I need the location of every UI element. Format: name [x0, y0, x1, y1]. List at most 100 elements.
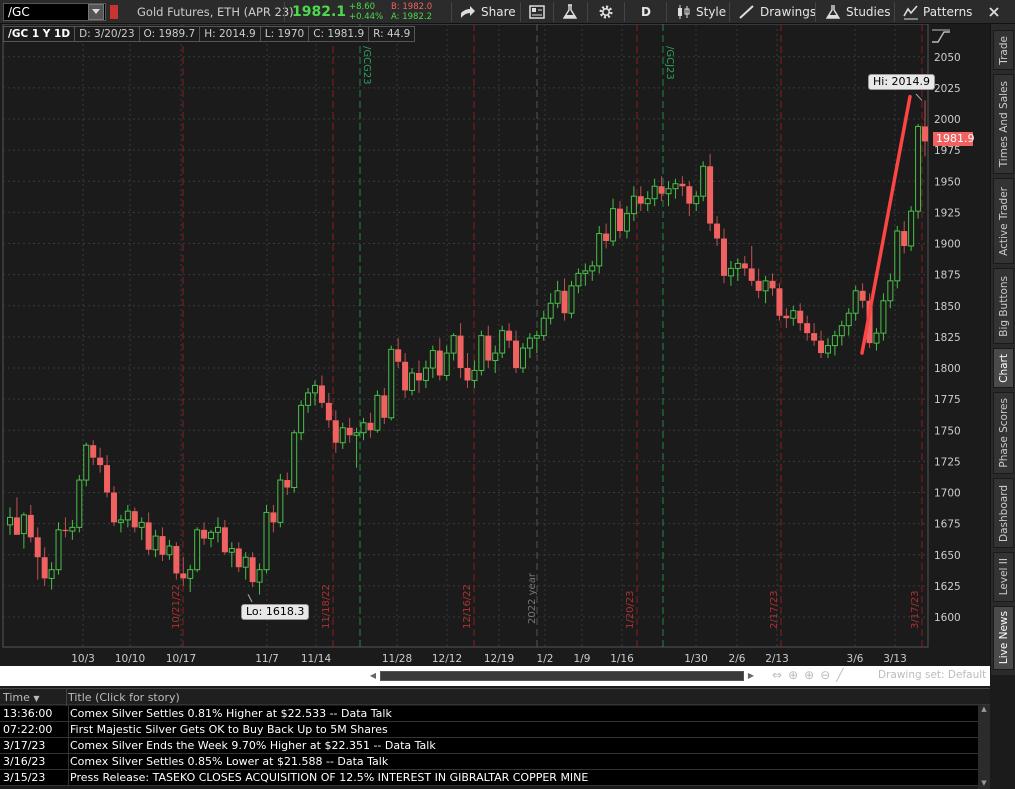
candle-down — [318, 375, 325, 408]
candle-down — [436, 338, 443, 381]
zoom-in-icon[interactable]: ⊕ — [804, 668, 820, 682]
candle-body — [97, 457, 104, 466]
info-close: C: 1981.9 — [308, 26, 370, 42]
candle-down — [62, 517, 69, 538]
tab-times-and-sales[interactable]: Times And Sales — [993, 74, 1014, 174]
news-row[interactable]: 3/17/23 Comex Silver Ends the Week 9.70% … — [0, 738, 978, 754]
candle-body — [409, 372, 416, 391]
axis-scale-icon[interactable] — [930, 28, 952, 46]
candle-body — [208, 531, 215, 540]
chart-info-bar: /GC 1 Y 1D D: 3/20/23 O: 1989.7 H: 2014.… — [3, 26, 416, 42]
tab-level-ii[interactable]: Level II — [993, 552, 1014, 602]
candle-down — [464, 353, 471, 388]
news-row[interactable]: 13:36:00 Comex Silver Settles 0.81% Highe… — [0, 706, 978, 722]
candle-up — [69, 519, 76, 540]
candle-body — [138, 521, 145, 528]
drawings-button[interactable]: Drawings — [738, 0, 816, 24]
candle-body — [617, 208, 623, 232]
scroll-right-icon[interactable]: ▶ — [746, 671, 756, 681]
x-tick-label: 11/7 — [255, 653, 279, 665]
candle-body — [554, 290, 561, 304]
tab-trade[interactable]: Trade — [993, 30, 1014, 70]
info-high: H: 2014.9 — [199, 26, 261, 42]
candle-down — [859, 283, 866, 309]
candle-body — [513, 340, 520, 368]
candle-body — [485, 335, 492, 361]
candle-up — [298, 400, 305, 441]
candle-down — [783, 308, 790, 329]
news-row[interactable]: 3/16/23 Comex Silver Settles 0.85% Lower … — [0, 754, 978, 770]
tab-dashboard[interactable]: Dashboard — [993, 478, 1014, 548]
crosshair-icon[interactable]: ⊕ — [788, 668, 804, 682]
y-tick-label: 1975 — [934, 145, 961, 157]
tab-big-buttons[interactable]: Big Buttons — [993, 268, 1014, 344]
settings-button[interactable] — [598, 0, 614, 24]
news-col-title[interactable]: Title (Click for story) — [68, 689, 180, 706]
news-col-time[interactable]: Time ▼ — [3, 689, 40, 706]
candle-down — [506, 323, 513, 349]
candle-body — [748, 268, 755, 281]
tab-live-news[interactable]: Live News — [993, 606, 1014, 670]
candle-body — [41, 557, 48, 579]
candle-body — [852, 290, 859, 314]
share-label: Share — [481, 5, 516, 19]
chart-scrollbar[interactable]: ◀ ▶ ⇔⊕⊕⊖╱ Drawing set: Default — [0, 666, 990, 686]
candle-body — [561, 290, 568, 314]
contract-label: /GCG23 — [361, 46, 372, 85]
patterns-button[interactable]: Patterns — [903, 0, 972, 24]
sort-down-icon: ▼ — [33, 694, 40, 703]
news-title: Press Release: TASEKO CLOSES ACQUISITION… — [68, 770, 589, 785]
last-price: 1982.1 — [292, 4, 347, 20]
candle-up — [894, 226, 901, 289]
candle-up — [824, 338, 831, 359]
candle-down — [249, 552, 256, 588]
tab-chart[interactable]: Chart — [993, 348, 1014, 388]
candle-up — [152, 529, 159, 558]
zoom-out-icon[interactable]: ⊖ — [820, 668, 836, 682]
candle-body — [284, 480, 291, 488]
candle-body — [720, 238, 727, 276]
candle-up — [831, 330, 838, 356]
candle-down — [637, 186, 644, 212]
candle-up — [291, 430, 298, 493]
x-tick-label: 1/30 — [684, 653, 708, 665]
candle-body — [242, 556, 249, 568]
x-tick-label: 1/2 — [537, 653, 554, 665]
news-row[interactable]: 3/15/23 Press Release: TASEKO CLOSES ACQU… — [0, 770, 978, 786]
scroll-thumb[interactable] — [380, 671, 744, 681]
candle-body — [83, 444, 90, 481]
news-row[interactable]: 07:22:00 First Majestic Silver Gets OK to… — [0, 722, 978, 738]
studies-button[interactable]: Studies — [826, 0, 891, 24]
candle-body — [131, 511, 138, 528]
drawing-set-label[interactable]: Drawing set: Default — [878, 669, 986, 681]
tab-phase-scores[interactable]: Phase Scores — [993, 392, 1014, 474]
candle-up — [630, 186, 637, 222]
pan-icon[interactable]: ⇔ — [772, 668, 788, 682]
news-time: 13:36:00 — [3, 707, 53, 720]
style-button[interactable]: Style — [676, 0, 726, 24]
share-button[interactable]: Share — [460, 0, 516, 24]
x-tick-label: 3/6 — [847, 653, 864, 665]
news-scrollbar[interactable]: ▲ ▼ — [978, 705, 990, 789]
scroll-left-icon[interactable]: ◀ — [368, 671, 378, 681]
candle-up — [838, 320, 845, 346]
candle-body — [901, 231, 908, 246]
draw-line-icon[interactable]: ╱ — [836, 668, 849, 682]
candle-body — [34, 537, 41, 558]
low-label-connector — [247, 593, 253, 603]
candle-up — [547, 293, 554, 325]
symbol-dropdown-button[interactable] — [88, 4, 104, 20]
candle-body — [249, 557, 256, 583]
price-chart[interactable]: /GC 1 Y 1D D: 3/20/23 O: 1989.7 H: 2014.… — [0, 24, 990, 666]
change-percent: +0.44% — [349, 12, 384, 22]
y-tick-label: 2000 — [934, 114, 961, 126]
y-tick-label: 2025 — [934, 83, 961, 95]
tab-active-trader[interactable]: Active Trader — [993, 178, 1014, 264]
candle-body — [277, 479, 284, 523]
aggregation-button[interactable]: D — [641, 0, 651, 24]
link-flag-icon[interactable] — [110, 5, 118, 19]
flask-button[interactable] — [563, 0, 577, 24]
candle-body — [776, 288, 783, 316]
close-button[interactable] — [988, 0, 1000, 24]
grid-button[interactable] — [529, 0, 545, 24]
